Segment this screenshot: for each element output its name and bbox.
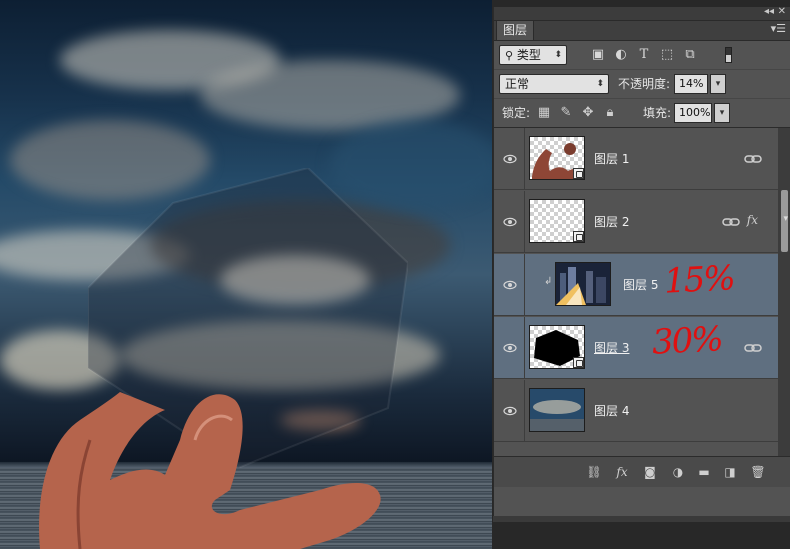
smart-object-filter-icon[interactable]: ⧉ (682, 47, 698, 63)
chevron-updown-icon: ⬍ (554, 50, 562, 60)
delete-layer-icon[interactable]: 🗑︎ (750, 464, 766, 480)
image-filter-icon[interactable]: ▣ (590, 47, 606, 63)
layer-thumbnail[interactable] (529, 199, 585, 243)
layer-row[interactable]: 图层 3 30% (494, 317, 778, 379)
lock-label: 锁定: (502, 106, 531, 120)
double-chevron-icon[interactable]: ◂◂ (764, 6, 774, 17)
eye-icon (503, 214, 517, 228)
layer-name[interactable]: 图层 4 (594, 380, 629, 442)
hand-image (39, 392, 381, 549)
layer-thumbnail[interactable] (529, 388, 585, 432)
blend-mode-select[interactable]: 正常 ⬍ (499, 74, 609, 94)
search-icon: ⚲ (505, 49, 514, 62)
layer-row[interactable]: ↲ 图层 5 15% (494, 254, 778, 316)
link-layers-icon[interactable]: ⛓ (586, 464, 602, 480)
blend-row: 正常 ⬍ 不透明度: 14% ▾ (494, 70, 790, 99)
adjustment-layer-icon[interactable]: ◑ (670, 464, 686, 480)
fill-label: 填充: (643, 106, 672, 120)
layer-thumbnail[interactable] (529, 325, 585, 369)
layers-bottom-bar: ⛓ fx ◙ ◑ ▬ ◨ 🗑︎ (494, 456, 790, 487)
blend-mode-value: 正常 (505, 77, 530, 91)
layer-name[interactable]: 图层 5 (623, 254, 658, 316)
fx-icon[interactable]: fx (747, 213, 758, 227)
fill-input[interactable]: 100% (674, 103, 712, 123)
adjustment-filter-icon[interactable]: ◐ (613, 47, 629, 63)
eye-icon (503, 340, 517, 354)
layer-row[interactable]: 图层 1 (494, 128, 778, 190)
handwritten-annotation: 15% (663, 258, 735, 302)
chevron-down-icon[interactable]: ▾ (783, 214, 788, 224)
eye-icon (503, 403, 517, 417)
lock-move-icon[interactable]: ✥ (580, 105, 596, 121)
panel-tab-bar: 图层 ▾☰ (494, 21, 790, 41)
shape-filter-icon[interactable]: ⬚ (659, 47, 675, 63)
lock-row: 锁定: ▦ ✎ ✥ 🔒︎ 填充: 100% ▾ (494, 99, 790, 127)
layer-name[interactable]: 图层 1 (594, 128, 629, 190)
visibility-toggle[interactable] (494, 380, 525, 442)
eye-icon (503, 277, 517, 291)
document-canvas[interactable] (0, 0, 492, 549)
opacity-input[interactable]: 14% (674, 74, 708, 94)
opacity-dropdown-button[interactable]: ▾ (710, 74, 726, 94)
filter-kind-label: 类型 (516, 48, 541, 62)
layers-list: 图层 1图层 2 fx ↲ 图层 515% 图层 3 30% 图层 4 ▴ ▾ ⛓ fx ◙… (494, 127, 790, 487)
visibility-toggle[interactable] (494, 128, 525, 190)
layer-name[interactable]: 图层 3 (594, 317, 629, 379)
tab-layers[interactable]: 图层 (496, 21, 535, 40)
lock-transparency-icon[interactable]: ▦ (536, 105, 552, 121)
layers-scrollbar[interactable]: ▴ (778, 128, 790, 487)
clipping-arrow-icon: ↲ (544, 276, 553, 287)
handwritten-annotation: 30% (651, 319, 723, 363)
panel-menu-icon[interactable]: ▾☰ (771, 22, 786, 35)
filter-kind-select[interactable]: ⚲ 类型 ⬍ (499, 45, 567, 65)
smart-object-badge-icon (573, 231, 584, 242)
lock-all-icon[interactable]: 🔒︎ (602, 105, 618, 121)
close-icon[interactable]: ✕ (778, 6, 786, 17)
link-icon (744, 339, 762, 357)
new-layer-icon[interactable]: ◨ (722, 464, 738, 480)
layer-thumbnail[interactable] (529, 136, 585, 180)
fill-dropdown-button[interactable]: ▾ (714, 103, 730, 123)
link-icon (744, 150, 762, 168)
group-folder-icon[interactable]: ▬ (696, 464, 712, 480)
opacity-label: 不透明度: (618, 77, 671, 91)
visibility-toggle[interactable] (494, 317, 525, 379)
smart-object-badge-icon (573, 168, 584, 179)
layers-panel: ◂◂ ✕ 图层 ▾☰ ⚲ 类型 ⬍ ▣ ◐ T ⬚ ⧉ 正常 ⬍ 不透明度: 1… (493, 6, 790, 516)
mask-icon[interactable]: ◙ (642, 464, 658, 480)
layer-name[interactable]: 图层 2 (594, 191, 629, 253)
type-filter-icon[interactable]: T (636, 47, 652, 63)
fx-icon[interactable]: fx (614, 464, 630, 480)
layer-row[interactable]: 图层 4 (494, 380, 778, 442)
layer-row[interactable]: 图层 2 fx (494, 191, 778, 253)
visibility-toggle[interactable] (494, 254, 525, 316)
toggle-filter-icon[interactable] (720, 47, 736, 63)
link-icon (722, 213, 740, 235)
eye-icon (503, 151, 517, 165)
panel-title-strip: ◂◂ ✕ (494, 6, 790, 21)
layer-thumbnail[interactable] (555, 262, 611, 306)
filter-row: ⚲ 类型 ⬍ ▣ ◐ T ⬚ ⧉ (494, 41, 790, 70)
lock-brush-icon[interactable]: ✎ (558, 105, 574, 121)
panel-resize-handle[interactable] (493, 516, 790, 522)
chevron-updown-icon: ⬍ (596, 79, 604, 89)
visibility-toggle[interactable] (494, 191, 525, 253)
smart-object-badge-icon (573, 357, 584, 368)
